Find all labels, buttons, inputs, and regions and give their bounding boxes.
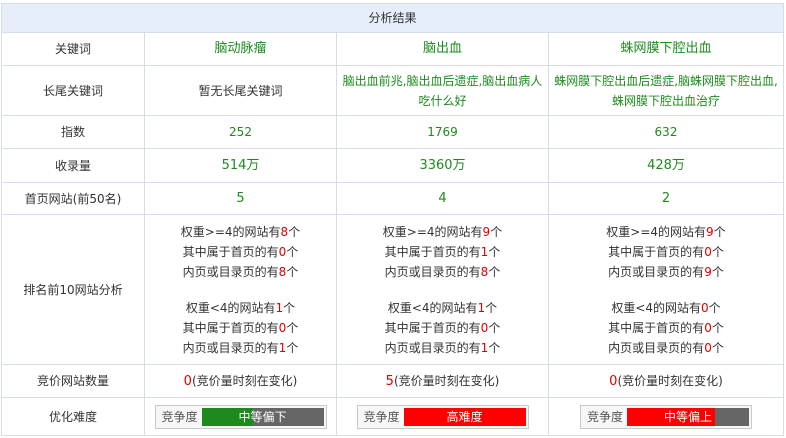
row-top10: 排名前10网站分析 权重>=4的网站有8个 其中属于首页的有0个 内页或目录页的…: [1, 214, 785, 365]
top10-cell: 权重>=4的网站有8个 其中属于首页的有0个 内页或目录页的有8个 权重<4的网…: [144, 214, 337, 365]
meter-label: 竞争度: [587, 409, 624, 424]
top10-cell: 权重>=4的网站有9个 其中属于首页的有0个 内页或目录页的有9个 权重<4的网…: [547, 214, 785, 365]
stat-line: 其中属于首页的有0个: [182, 320, 299, 335]
meter-text: 中等偏上: [663, 409, 712, 424]
row-longtail: 长尾关键词 暂无长尾关键词 脑出血前兆,脑出血后遗症,脑出血病人吃什么好 蛛网膜…: [1, 65, 785, 116]
bidding-cell: 5(竞价量时刻在变化): [336, 364, 549, 398]
stat-line: 其中属于首页的有1个: [384, 244, 501, 259]
longtail-cell: 蛛网膜下腔出血后遗症,脑蛛网膜下腔出血,蛛网膜下腔出血治疗: [547, 65, 785, 116]
bidding-cell: 0(竞价量时刻在变化): [144, 364, 337, 398]
stat-line: 内页或目录页的有1个: [384, 340, 501, 355]
stat-line: 其中属于首页的有0个: [182, 244, 299, 259]
stat-line: 内页或目录页的有0个: [608, 340, 724, 355]
keyword-cell: 蛛网膜下腔出血: [547, 32, 785, 66]
keyword-cell: 脑出血: [336, 32, 549, 66]
index-cell: 252: [144, 115, 337, 149]
row-label: 关键词: [1, 32, 145, 66]
competition-meter: 竞争度 高难度: [356, 404, 529, 429]
meter-track: 中等偏上: [627, 407, 749, 426]
index-cell: 1769: [336, 115, 549, 149]
stat-line: 权重<4的网站有0个: [611, 300, 721, 315]
stat-line: 内页或目录页的有9个: [608, 264, 724, 279]
stat-line: 其中属于首页的有0个: [608, 320, 724, 335]
row-label: 首页网站(前50名): [1, 182, 145, 215]
row-difficulty: 优化难度 竞争度 中等偏下 竞争度 高难度 竞争度 中等偏上: [1, 397, 785, 436]
row-indexed: 收录量 514万 3360万 428万: [1, 148, 785, 183]
analysis-result-table: 分析结果 关键词 脑动脉瘤 脑出血 蛛网膜下腔出血 长尾关键词 暂无长尾关键词 …: [0, 3, 785, 436]
stat-line: 内页或目录页的有8个: [182, 264, 299, 279]
difficulty-cell: 竞争度 高难度: [336, 397, 549, 436]
stat-line: 权重<4的网站有1个: [185, 300, 296, 315]
difficulty-cell: 竞争度 中等偏下: [144, 397, 337, 436]
row-label: 收录量: [1, 148, 145, 183]
meter-text: 高难度: [446, 409, 483, 424]
row-index: 指数 252 1769 632: [1, 115, 785, 149]
meter-track: 高难度: [403, 407, 526, 426]
stat-line: 权重>=4的网站有9个: [606, 224, 726, 239]
stat-line: 内页或目录页的有8个: [384, 264, 501, 279]
top10-cell: 权重>=4的网站有9个 其中属于首页的有1个 内页或目录页的有8个 权重<4的网…: [336, 214, 549, 365]
homepage-cell: 2: [547, 182, 785, 215]
longtail-cell: 脑出血前兆,脑出血后遗症,脑出血病人吃什么好: [336, 65, 549, 116]
homepage-cell: 5: [144, 182, 337, 215]
competition-meter: 竞争度 中等偏下: [154, 404, 327, 429]
stat-line: 内页或目录页的有1个: [182, 340, 299, 355]
meter-label: 竞争度: [161, 409, 198, 424]
meter-text: 中等偏下: [238, 409, 287, 424]
meter-label: 竞争度: [363, 409, 400, 424]
table-title: 分析结果: [0, 3, 785, 33]
row-label: 长尾关键词: [1, 65, 145, 116]
competition-meter: 竞争度 中等偏上: [580, 404, 752, 429]
row-bidding: 竞价网站数量 0(竞价量时刻在变化) 5(竞价量时刻在变化) 0(竞价量时刻在变…: [1, 364, 785, 398]
row-label: 排名前10网站分析: [1, 214, 145, 365]
row-homepage: 首页网站(前50名) 5 4 2: [1, 182, 785, 215]
indexed-cell: 3360万: [336, 148, 549, 183]
longtail-cell: 暂无长尾关键词: [144, 65, 337, 116]
row-label: 指数: [1, 115, 145, 149]
indexed-cell: 428万: [547, 148, 785, 183]
keyword-cell: 脑动脉瘤: [144, 32, 337, 66]
difficulty-cell: 竞争度 中等偏上: [547, 397, 785, 436]
stat-line: 权重>=4的网站有9个: [382, 224, 503, 239]
row-label: 优化难度: [1, 397, 145, 436]
homepage-cell: 4: [336, 182, 549, 215]
stat-line: 权重>=4的网站有8个: [180, 224, 301, 239]
stat-line: 其中属于首页的有0个: [608, 244, 724, 259]
row-label: 竞价网站数量: [1, 364, 145, 398]
bidding-cell: 0(竞价量时刻在变化): [547, 364, 785, 398]
index-cell: 632: [547, 115, 785, 149]
meter-track: 中等偏下: [201, 407, 324, 426]
stat-line: 权重<4的网站有1个: [387, 300, 498, 315]
stat-line: 其中属于首页的有0个: [384, 320, 501, 335]
row-keyword: 关键词 脑动脉瘤 脑出血 蛛网膜下腔出血: [1, 32, 785, 66]
indexed-cell: 514万: [144, 148, 337, 183]
